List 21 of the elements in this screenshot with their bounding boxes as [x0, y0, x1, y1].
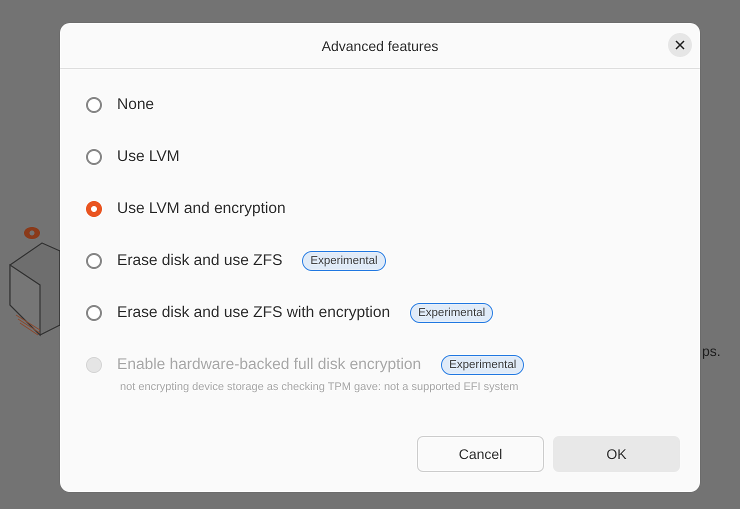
dialog-title: Advanced features [322, 38, 438, 54]
radio-button[interactable] [86, 149, 102, 165]
radio-button[interactable] [86, 201, 102, 217]
option-note: not encrypting device storage as checking TPM gave: not a supported EFI system [120, 381, 520, 393]
radio-button[interactable] [86, 97, 102, 113]
background-text: ps. [702, 343, 721, 359]
experimental-badge: Experimental [302, 251, 386, 271]
close-button[interactable] [668, 33, 692, 57]
experimental-badge: Experimental [410, 303, 494, 323]
option-label: None [117, 96, 154, 114]
radio-button[interactable] [86, 305, 102, 321]
option-label: Use LVM and encryption [117, 200, 286, 218]
experimental-badge: Experimental [441, 355, 524, 375]
close-icon [675, 40, 685, 50]
option-label: Erase disk and use ZFS [117, 252, 282, 270]
cancel-button[interactable]: Cancel [417, 436, 544, 472]
radio-button[interactable] [86, 253, 102, 269]
option-label: Use LVM [117, 148, 180, 166]
option-label: Erase disk and use ZFS with encryption [117, 304, 390, 322]
ok-button[interactable]: OK [553, 436, 680, 472]
option-label: Enable hardware-backed full disk encryption [117, 356, 422, 374]
